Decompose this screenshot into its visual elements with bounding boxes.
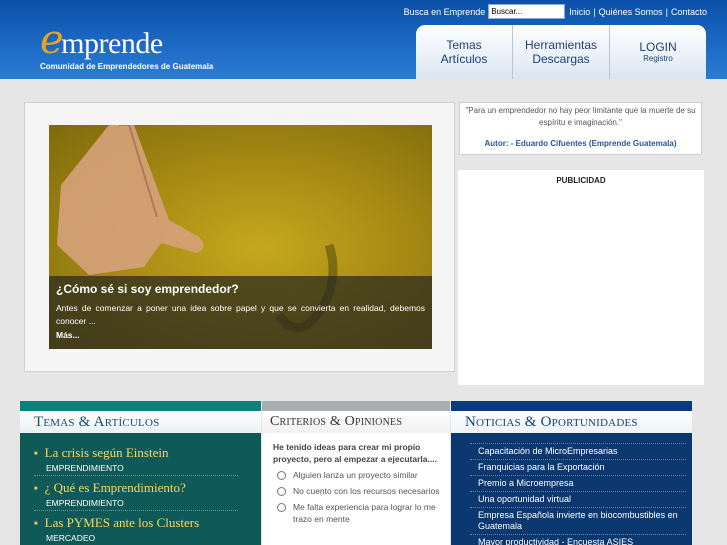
ad-panel: PUBLICIDAD [458,170,704,385]
article-title[interactable]: La crisis según Einstein [34,445,238,461]
logo-e-letter: e [40,17,64,63]
temas-list: La crisis según Einstein Emprendimiento … [20,433,261,545]
column-topbar [451,401,692,411]
news-item[interactable]: Capacitación de MicroEmpresarias [470,443,686,460]
poll-option[interactable]: Alguien lanza un proyecto similar [273,469,440,481]
article-title[interactable]: ¿ Qué es Emprendimiento? [34,480,238,496]
site-header: emprende Comunidad de Emprendedores de G… [0,0,727,79]
link-inicio[interactable]: Inicio [569,7,590,17]
radio-button[interactable] [277,503,286,512]
column-topbar [20,401,261,411]
news-item[interactable]: Mayor productividad - Encuesta ASIES [470,535,686,545]
poll-option-label: Me falta experiencia para lograr lo me t… [293,502,436,524]
featured-image[interactable]: ¿Cómo sé si soy emprendedor? Antes de co… [49,125,432,349]
quote-author: Autor: - Eduardo Cifuentes (Emprende Gua… [484,139,677,148]
ad-title: PUBLICIDAD [556,176,606,185]
nav-sublabel: Artículos [440,52,488,66]
news-item[interactable]: Empresa Española invierte en biocombusti… [470,508,686,535]
nav-login-registro[interactable]: LOGIN Registro [610,25,706,79]
slider-title[interactable]: ¿Cómo sé si soy emprendedor? [56,282,425,296]
news-item[interactable]: Una oportunidad virtual [470,492,686,508]
poll-option[interactable]: Me falta experiencia para lograr lo me t… [273,501,440,525]
list-item[interactable]: Las PYMES ante los Clusters Mercadeo [34,511,238,545]
list-item[interactable]: ¿ Qué es Emprendimiento? Emprendimiento [34,476,238,511]
slider-caption: ¿Cómo sé si soy emprendedor? Antes de co… [49,276,432,349]
criterios-title: Criterios & Opiniones [262,411,450,433]
noticias-list: Capacitación de MicroEmpresarias Franqui… [451,433,692,545]
temas-column: Temas & Artículos La crisis según Einste… [20,401,261,545]
logo-wordmark: emprende [40,20,163,60]
article-category: Emprendimiento [46,498,124,508]
nav-label: Herramientas [524,38,598,52]
poll: He tenido ideas para crear mi propio pro… [262,433,450,525]
radio-button[interactable] [277,471,286,480]
logo-tagline: Comunidad de Emprendedores de Guatemala [40,62,214,71]
nav-label: LOGIN [639,40,677,54]
list-item[interactable]: La crisis según Einstein Emprendimiento [34,441,238,476]
nav-herramientas-descargas[interactable]: Herramientas Descargas [513,25,610,79]
article-category: Mercadeo [46,533,96,543]
criterios-column: Criterios & Opiniones He tenido ideas pa… [262,401,450,545]
site-logo[interactable]: emprende Comunidad de Emprendedores de G… [40,20,213,71]
news-item[interactable]: Premio a Microempresa [470,476,686,492]
poll-question: He tenido ideas para crear mi propio pro… [273,442,437,464]
link-separator: | [665,6,668,17]
search-input[interactable] [488,4,566,19]
link-contacto[interactable]: Contacto [671,7,707,17]
poll-option-label: Alguien lanza un proyecto similar [293,470,418,480]
poll-option[interactable]: No cuento con los recursos necesarios [273,485,440,497]
nav-sublabel: Registro [643,54,673,63]
article-title[interactable]: Las PYMES ante los Clusters [34,515,238,531]
news-item[interactable]: Franquicias para la Exportación [470,460,686,476]
nav-temas-articulos[interactable]: Temas Artículos [416,25,513,79]
link-separator: | [593,6,596,17]
column-topbar [262,401,450,411]
poll-option-label: No cuento con los recursos necesarios [293,486,440,496]
logo-word-text: mprende [61,27,163,60]
featured-slider: ¿Cómo sé si soy emprendedor? Antes de co… [24,102,455,372]
noticias-title: Noticias & Oportunidades [451,411,692,433]
slider-more-link[interactable]: Más... [56,330,425,340]
nav-sublabel: Descargas [532,52,590,66]
radio-button[interactable] [277,487,286,496]
top-utility-bar: Busca en Emprende Inicio | Quiénes Somos… [404,4,707,19]
article-category: Emprendimiento [46,463,124,473]
main-nav: Temas Artículos Herramientas Descargas L… [416,25,706,79]
nav-label: Temas [446,38,482,52]
noticias-column: Noticias & Oportunidades Capacitación de… [451,401,692,545]
quote-box: "Para un emprendedor no hay peor limitan… [459,102,702,155]
search-label: Busca en Emprende [403,6,486,17]
link-quienes-somos[interactable]: Quiénes Somos [599,7,663,17]
temas-title: Temas & Artículos [20,411,261,433]
quote-text: "Para un emprendedor no hay peor limitan… [465,106,696,127]
slider-text: Antes de comenzar a poner una idea sobre… [56,303,425,326]
